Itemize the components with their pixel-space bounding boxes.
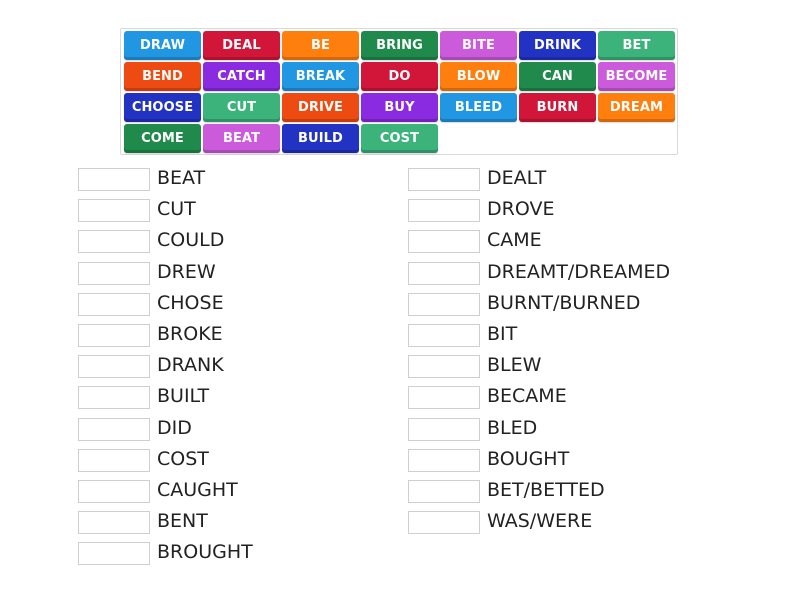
answer-label: BENT (157, 510, 208, 533)
drop-slot[interactable] (408, 480, 480, 503)
word-tile[interactable]: CAN (519, 62, 596, 91)
answer-label: COST (157, 447, 209, 470)
drop-slot[interactable] (78, 480, 150, 503)
word-tile[interactable]: DRAW (124, 31, 201, 60)
answer-label: BET/BETTED (487, 479, 605, 501)
drop-slot[interactable] (78, 542, 150, 566)
answer-label: BECAME (487, 385, 567, 408)
word-tile[interactable]: BEAT (203, 124, 280, 153)
answer-label: DREAMT/DREAMED (487, 260, 671, 283)
word-tile[interactable]: CUT (203, 93, 280, 122)
drop-slot[interactable] (78, 355, 150, 379)
drop-slot[interactable] (78, 292, 150, 316)
word-tile[interactable]: DREAM (598, 93, 675, 122)
word-tile[interactable]: BRING (361, 31, 438, 60)
word-tile[interactable]: BITE (440, 31, 517, 60)
word-tile[interactable]: BEND (124, 62, 201, 91)
word-tile[interactable]: DRINK (519, 31, 596, 60)
answer-label: BROKE (157, 323, 223, 345)
word-tile[interactable]: BE (282, 31, 359, 60)
answer-label: DEALT (487, 167, 547, 189)
word-tile[interactable]: BUILD (282, 124, 359, 153)
word-tile[interactable]: BET (598, 31, 675, 60)
word-tile[interactable]: BLEED (440, 93, 517, 122)
drop-slot[interactable] (78, 324, 150, 347)
drop-slot[interactable] (78, 261, 150, 285)
word-tile[interactable]: BREAK (282, 62, 359, 91)
word-tile[interactable]: COST (361, 124, 438, 153)
answer-label: BROUGHT (157, 541, 253, 564)
word-tile[interactable]: BURN (519, 93, 596, 122)
drop-slot[interactable] (78, 511, 150, 535)
answer-label: CAME (487, 229, 542, 252)
word-tile[interactable]: DRIVE (282, 93, 359, 122)
drop-slot[interactable] (408, 511, 480, 535)
answer-label: CUT (157, 198, 196, 221)
word-tile[interactable]: BLOW (440, 62, 517, 91)
answer-label: BUILT (157, 385, 210, 408)
drop-slot[interactable] (408, 292, 480, 316)
word-tile[interactable]: CATCH (203, 62, 280, 91)
answer-label: DID (157, 416, 192, 439)
drop-slot[interactable] (78, 448, 150, 472)
answer-label: BURNT/BURNED (487, 291, 641, 314)
word-tile[interactable]: DEAL (203, 31, 280, 60)
drop-slot[interactable] (408, 324, 480, 347)
word-tile[interactable]: DO (361, 62, 438, 91)
answer-label: DRANK (157, 354, 224, 377)
drop-slot[interactable] (408, 386, 480, 410)
answer-label: CHOSE (157, 291, 224, 314)
drop-slot[interactable] (78, 168, 150, 191)
drop-slot[interactable] (408, 168, 480, 191)
drop-slot[interactable] (78, 199, 150, 223)
answer-label: BIT (487, 323, 518, 345)
drop-slot[interactable] (408, 199, 480, 223)
word-tile[interactable]: BUY (361, 93, 438, 122)
word-tile[interactable]: COME (124, 124, 201, 153)
drop-slot[interactable] (408, 417, 480, 441)
word-tile[interactable]: BECOME (598, 62, 675, 91)
answer-label: WAS/WERE (487, 510, 593, 533)
word-tile[interactable]: CHOOSE (124, 93, 201, 122)
answer-label: DREW (157, 260, 216, 283)
answer-label: CAUGHT (157, 479, 238, 501)
drop-slot[interactable] (78, 386, 150, 410)
drop-slot[interactable] (78, 417, 150, 441)
answer-label: DROVE (487, 198, 555, 221)
drop-slot[interactable] (408, 448, 480, 472)
answer-label: BEAT (157, 167, 206, 189)
answer-label: BLED (487, 416, 538, 439)
drop-slot[interactable] (408, 355, 480, 379)
answer-label: BOUGHT (487, 447, 570, 470)
drop-slot[interactable] (408, 230, 480, 254)
answer-label: COULD (157, 229, 225, 252)
drop-slot[interactable] (78, 230, 150, 254)
drop-slot[interactable] (408, 261, 480, 285)
answer-label: BLEW (487, 354, 542, 377)
